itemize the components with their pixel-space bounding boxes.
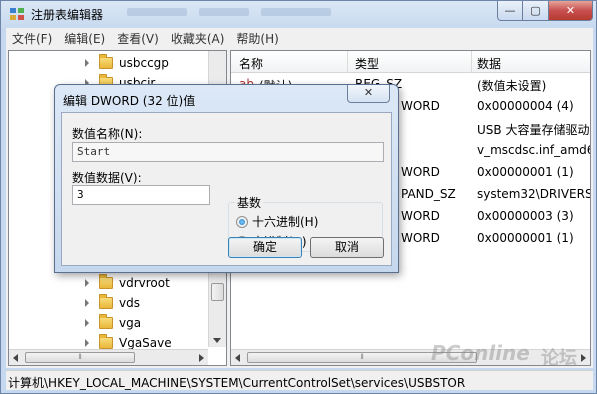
title-bar: 注册表编辑器 — ▢ ✕ [1,1,597,27]
value-data: v_mscdsc.inf_amd64 [477,143,591,157]
value-type: WORD [401,165,440,179]
value-type: WORD [401,99,440,113]
maximize-button[interactable]: ▢ [523,1,549,21]
value-data-field[interactable]: 3 [72,185,210,205]
scroll-left-icon[interactable] [235,354,240,362]
menu-help[interactable]: 帮助(H) [230,30,284,47]
list-horizontal-scrollbar[interactable]: ⦀ [231,349,590,365]
radio-label: 十六进制(H) [252,215,319,229]
window-title: 注册表编辑器 [31,8,104,22]
tree-item-label: vdrvroot [119,276,170,290]
value-data: (数值未设置) [477,79,547,93]
dialog-close-button[interactable]: ✕ [347,85,390,103]
tree-item-label: usbccgp [119,56,169,70]
tree-horizontal-scrollbar[interactable]: ⦀ [9,349,208,365]
scroll-right-icon[interactable] [199,354,204,362]
ok-button[interactable]: 确定 [228,237,302,258]
radio-hexadecimal[interactable]: 十六进制(H) [236,213,318,230]
blurred-background [121,5,481,19]
value-name-label: 数值名称(N): [72,127,143,141]
folder-icon [99,294,113,309]
dialog-title: 编辑 DWORD (32 位)值 [63,94,196,108]
value-type: PAND_SZ [401,187,456,201]
expand-icon[interactable] [85,319,89,327]
expand-icon[interactable] [85,339,89,347]
tree-item-label: VgaSave [119,336,172,350]
scrollbar-thumb[interactable]: ⦀ [25,352,135,363]
cancel-button[interactable]: 取消 [310,237,384,258]
status-bar: 计算机\HKEY_LOCAL_MACHINE\SYSTEM\CurrentCon… [6,370,593,390]
close-button[interactable]: ✕ [549,1,593,21]
base-label: 基数 [235,194,264,211]
dialog-body: 数值名称(N): Start 数值数据(V): 3 基数 十六进制(H) 十进制… [61,112,392,266]
value-data: 0x00000001 (1) [477,165,574,179]
column-header-type[interactable]: 类型 [355,55,379,72]
scroll-right-icon[interactable] [581,354,586,362]
tree-item-label: vds [119,296,140,310]
value-data-label: 数值数据(V): [72,171,142,185]
list-header: 名称 类型 数据 [231,51,590,73]
folder-icon [99,334,113,349]
folder-icon [99,314,113,329]
radio-selected-icon[interactable] [236,215,248,228]
expand-icon[interactable] [85,299,89,307]
value-data: 0x00000004 (4) [477,99,574,113]
menu-view[interactable]: 查看(V) [111,30,165,47]
column-header-data[interactable]: 数据 [477,55,501,72]
tree-item-label: vga [119,316,142,330]
minimize-button[interactable]: — [497,1,523,21]
value-name-field[interactable]: Start [72,142,384,162]
menu-favorites[interactable]: 收藏夹(A) [165,30,231,47]
scroll-down-icon[interactable] [213,338,221,343]
menu-bar: 文件(F) 编辑(E) 查看(V) 收藏夹(A) 帮助(H) [6,28,593,48]
expand-icon[interactable] [85,279,89,287]
status-path: 计算机\HKEY_LOCAL_MACHINE\SYSTEM\CurrentCon… [8,376,466,390]
column-header-name[interactable]: 名称 [239,55,263,72]
value-data: 0x00000001 (1) [477,231,574,245]
folder-icon [99,274,113,289]
menu-edit[interactable]: 编辑(E) [58,30,111,47]
watermark-brand: PConline [431,341,530,365]
value-data: system32\DRIVERS\ [477,187,591,201]
value-type: WORD [401,231,440,245]
folder-icon [99,54,113,69]
value-data: 0x00000003 (3) [477,209,574,223]
watermark-suffix: 论坛 [541,348,577,369]
value-type: WORD [401,209,440,223]
regedit-icon [10,8,24,20]
scrollbar-thumb[interactable] [211,283,224,301]
value-data: USB 大容量存储驱动 [477,123,590,137]
expand-icon[interactable] [85,59,89,67]
edit-dword-dialog: 编辑 DWORD (32 位)值 ✕ 数值名称(N): Start 数值数据(V… [54,84,399,273]
scroll-left-icon[interactable] [13,354,18,362]
menu-file[interactable]: 文件(F) [6,30,58,47]
